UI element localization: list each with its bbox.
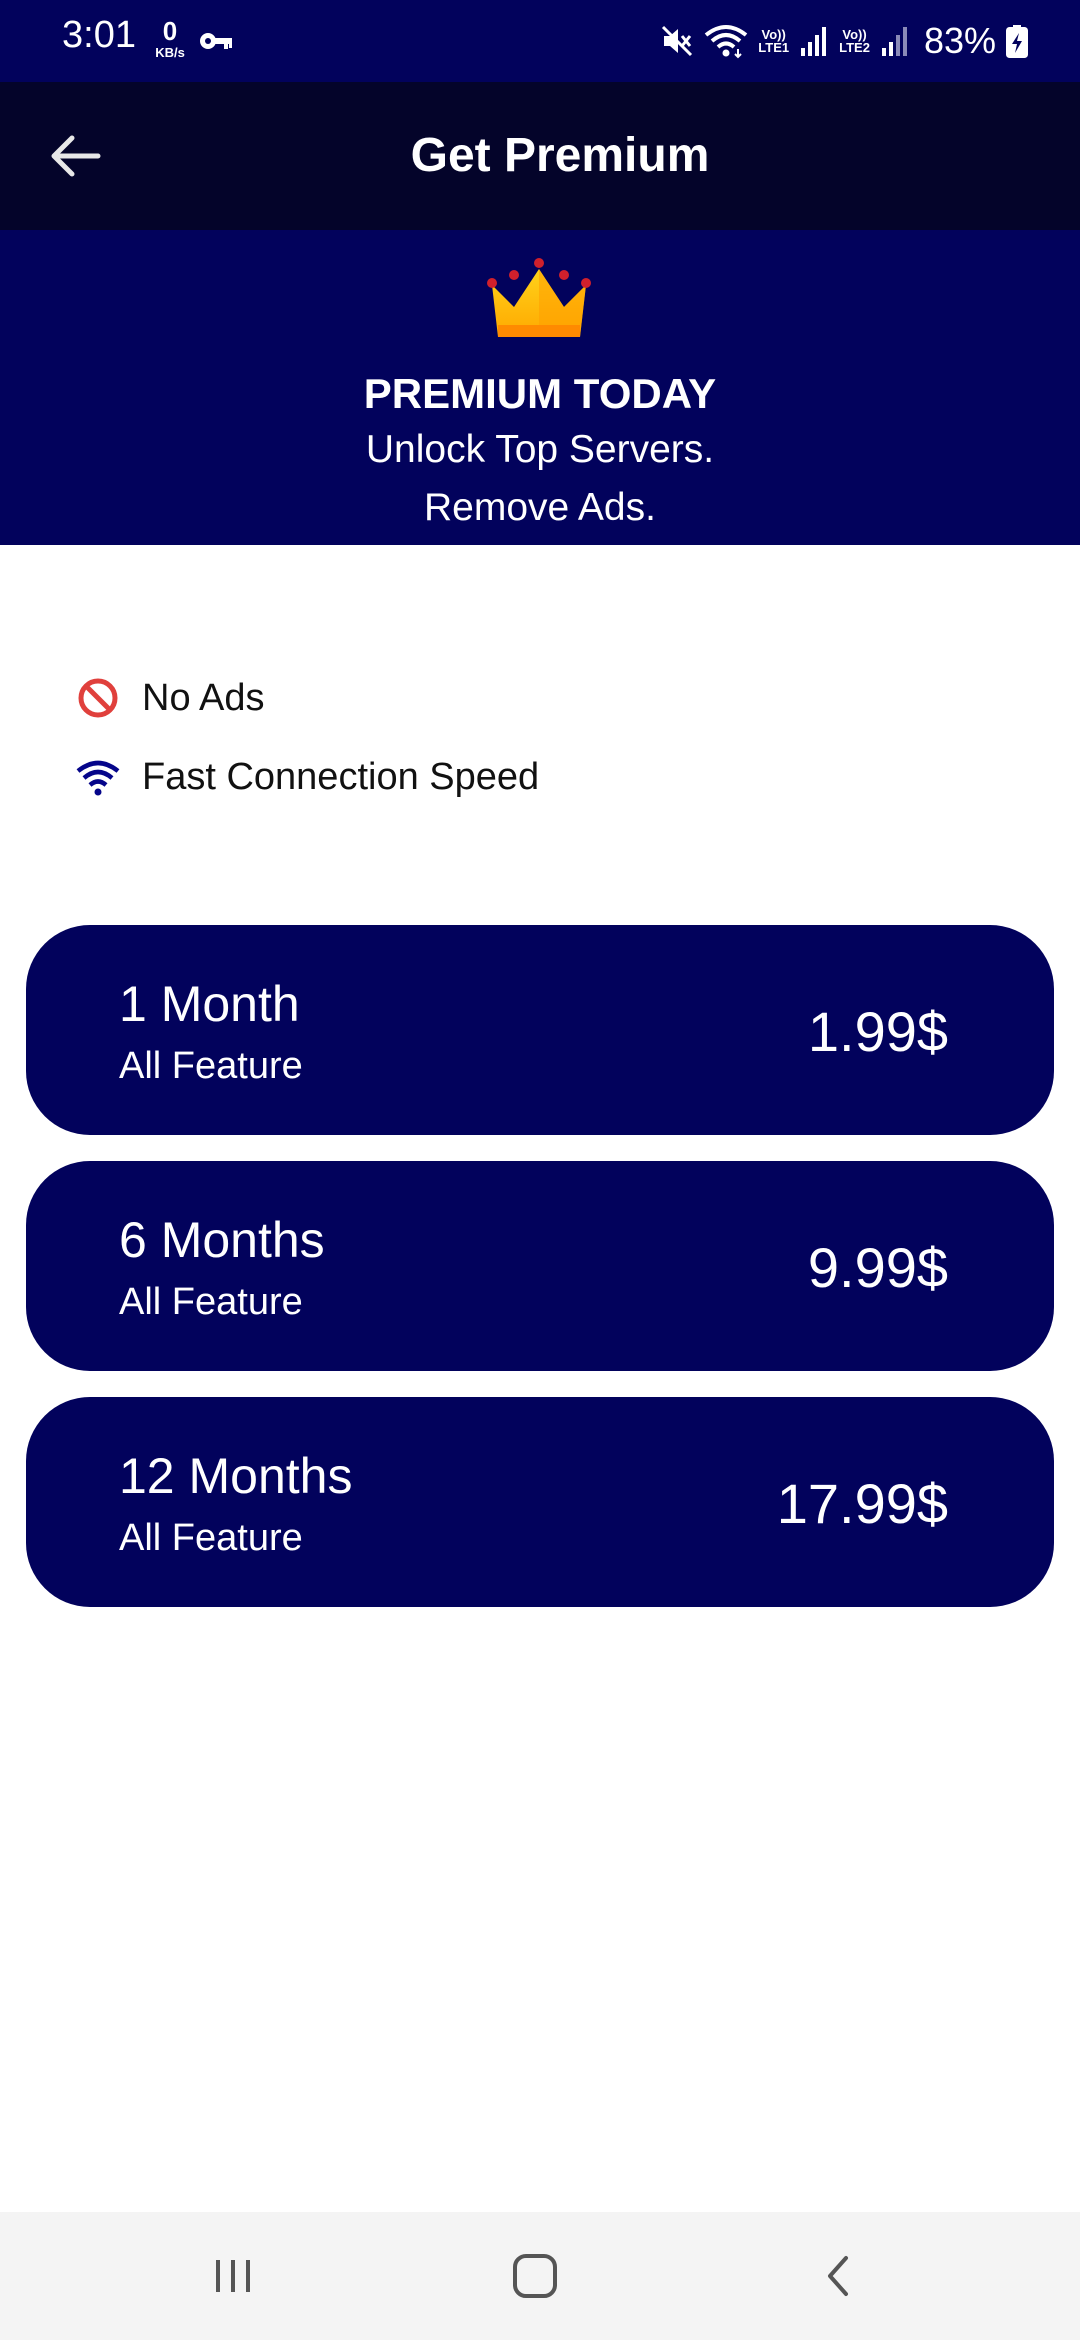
- crown-icon: [487, 258, 591, 337]
- home-icon[interactable]: [500, 2246, 570, 2306]
- status-bar: 3:01 0 KB/s Vo)) LTE1 Vo)) LTE2 83%: [0, 0, 1080, 82]
- plan-12-months-button[interactable]: 12 Months All Feature 17.99$: [26, 1397, 1054, 1607]
- mute-icon: [662, 25, 693, 57]
- page-title: Get Premium: [410, 129, 710, 182]
- hero-subtitle-line1: Unlock Top Servers.: [365, 428, 715, 471]
- plan-name: 12 Months: [119, 1448, 353, 1504]
- sim2-label-bottom: LTE2: [839, 40, 870, 55]
- plan-subtitle: All Feature: [119, 1517, 303, 1559]
- feature-label: No Ads: [142, 676, 265, 719]
- recents-icon[interactable]: [198, 2246, 268, 2306]
- wifi-status-icon: [705, 25, 748, 59]
- wifi-icon: [76, 760, 120, 796]
- hero-subtitle-line2: Remove Ads.: [424, 486, 656, 529]
- system-nav-bar: [0, 2212, 1080, 2340]
- sim2-volte-label: Vo)) LTE2: [839, 28, 870, 54]
- plan-price: 9.99$: [807, 1236, 948, 1299]
- battery-charging-icon: [1006, 25, 1028, 58]
- signal-icon: [801, 27, 827, 56]
- feature-fast-connection: Fast Connection Speed: [76, 752, 539, 802]
- feature-no-ads: No Ads: [76, 673, 265, 723]
- hero-title: PREMIUM TODAY: [363, 370, 717, 417]
- data-rate-unit: KB/s: [155, 45, 185, 60]
- data-rate-indicator: 0 KB/s: [150, 18, 190, 59]
- sim1-volte-label: Vo)) LTE1: [758, 28, 789, 54]
- feature-label: Fast Connection Speed: [142, 755, 540, 798]
- app-bar: Get Premium: [0, 82, 1080, 230]
- premium-hero: PREMIUM TODAY Unlock Top Servers. Remove…: [0, 230, 1080, 545]
- plan-subtitle: All Feature: [119, 1045, 303, 1087]
- battery-percent: 83%: [923, 20, 996, 61]
- plan-subtitle: All Feature: [119, 1281, 303, 1323]
- signal-2-icon: [881, 27, 907, 56]
- plan-1-month-button[interactable]: 1 Month All Feature 1.99$: [26, 925, 1054, 1135]
- plan-6-months-button[interactable]: 6 Months All Feature 9.99$: [26, 1161, 1054, 1371]
- data-rate-value: 0: [162, 16, 178, 46]
- status-icons: Vo)) LTE1 Vo)) LTE2 83%: [660, 16, 1028, 66]
- plan-name: 6 Months: [119, 1212, 325, 1268]
- plan-price: 1.99$: [807, 1000, 948, 1063]
- vpn-key-icon: [200, 33, 232, 49]
- sim1-label-bottom: LTE1: [758, 40, 790, 55]
- plan-price: 17.99$: [776, 1472, 948, 1535]
- no-ads-icon: [78, 678, 118, 718]
- status-time: 3:01: [62, 14, 136, 56]
- plan-name: 1 Month: [119, 976, 300, 1032]
- back-icon[interactable]: [804, 2246, 874, 2306]
